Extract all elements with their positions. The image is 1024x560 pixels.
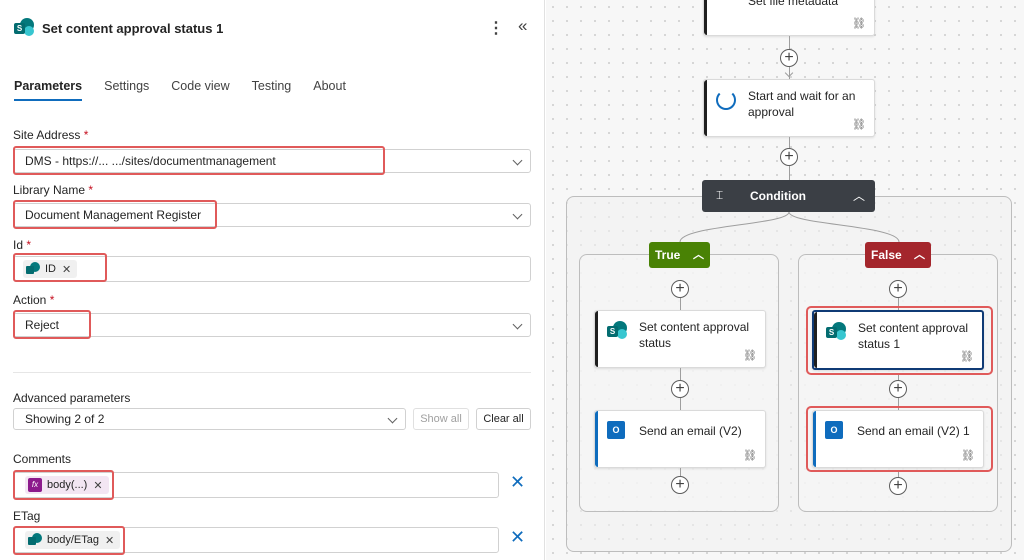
- false-label: False: [871, 248, 902, 262]
- section-divider: [13, 372, 531, 373]
- flow-canvas[interactable]: Set file metadata ⛓ + Start and wait for…: [546, 0, 1024, 560]
- panel-tabs: Parameters Settings Code view Testing Ab…: [14, 79, 368, 101]
- add-step-button[interactable]: +: [889, 380, 907, 398]
- tab-code-view[interactable]: Code view: [171, 79, 229, 101]
- clear-all-button[interactable]: Clear all: [476, 408, 531, 430]
- card-title-line1: Set content approval: [639, 320, 750, 334]
- highlight-box: [13, 310, 91, 339]
- sharepoint-icon: S: [607, 321, 627, 344]
- card-title: Send an email (V2): [639, 424, 742, 438]
- true-send-email-card[interactable]: O Send an email (V2) ⛓: [594, 410, 766, 468]
- tab-testing[interactable]: Testing: [252, 79, 292, 101]
- tab-about[interactable]: About: [313, 79, 346, 101]
- chevron-up-icon[interactable]: ︿: [914, 242, 925, 268]
- required-marker: *: [83, 128, 89, 142]
- link-icon: ⛓: [743, 450, 757, 462]
- advanced-showing-value: Showing 2 of 2: [25, 412, 105, 426]
- required-marker: *: [49, 293, 55, 307]
- id-label: Id *: [13, 238, 31, 252]
- site-address-label: Site Address *: [13, 128, 88, 142]
- highlight-box: [13, 526, 125, 555]
- card-title-line2: status: [639, 336, 672, 350]
- connector-line: [680, 368, 681, 380]
- connector-line: [680, 298, 681, 310]
- true-branch-header[interactable]: True ︿: [649, 242, 710, 268]
- show-all-button[interactable]: Show all: [413, 408, 469, 430]
- outlook-icon: O: [607, 421, 625, 439]
- id-label-text: Id: [13, 238, 24, 252]
- chevron-down-icon: [512, 155, 523, 166]
- action-label-text: Action: [13, 293, 47, 307]
- add-step-button[interactable]: +: [671, 280, 689, 298]
- library-name-label-text: Library Name: [13, 183, 86, 197]
- highlight-box: [806, 306, 993, 375]
- add-step-button[interactable]: +: [671, 476, 689, 494]
- action-details-panel: S Set content approval status 1 ⋮ « Para…: [0, 0, 545, 560]
- advanced-parameters-dropdown[interactable]: Showing 2 of 2: [13, 408, 406, 430]
- more-options-icon[interactable]: ⋮: [488, 18, 504, 38]
- chevron-down-icon: [387, 413, 398, 424]
- true-set-approval-card[interactable]: S Set content approval status ⛓: [594, 310, 766, 368]
- highlight-box: [13, 200, 217, 229]
- highlight-box: [13, 146, 385, 175]
- action-label: Action *: [13, 293, 54, 307]
- tab-settings[interactable]: Settings: [104, 79, 149, 101]
- advanced-parameters-label: Advanced parameters: [13, 391, 131, 405]
- collapse-panel-icon[interactable]: «: [518, 16, 527, 36]
- panel-header: S Set content approval status 1: [14, 18, 223, 38]
- chevron-down-icon: [512, 319, 523, 330]
- highlight-box: [13, 253, 107, 282]
- required-marker: *: [26, 238, 32, 252]
- true-label: True: [655, 248, 681, 262]
- card-accent-bar: [595, 311, 598, 367]
- remove-parameter-icon[interactable]: ✕: [510, 472, 525, 493]
- required-marker: *: [88, 183, 94, 197]
- remove-parameter-icon[interactable]: ✕: [510, 527, 525, 548]
- sharepoint-icon: S: [14, 18, 34, 38]
- connector-line: [680, 398, 681, 410]
- highlight-box: [806, 406, 993, 472]
- highlight-box: [13, 470, 114, 500]
- connector-line: [680, 468, 681, 476]
- site-address-label-text: Site Address: [13, 128, 81, 142]
- branch-connectors: [679, 211, 900, 243]
- comments-label: Comments: [13, 452, 72, 466]
- chevron-down-icon: [512, 209, 523, 220]
- add-step-button[interactable]: +: [889, 280, 907, 298]
- chevron-up-icon[interactable]: ︿: [693, 242, 704, 268]
- card-title: Set content approval status: [639, 319, 749, 351]
- panel-title: Set content approval status 1: [42, 20, 224, 36]
- tab-parameters[interactable]: Parameters: [14, 79, 83, 101]
- link-icon: ⛓: [743, 350, 757, 362]
- add-step-button[interactable]: +: [889, 477, 907, 495]
- add-step-button[interactable]: +: [671, 380, 689, 398]
- card-accent-bar: [595, 411, 598, 467]
- library-name-label: Library Name *: [13, 183, 93, 197]
- etag-label: ETag: [13, 509, 41, 523]
- false-branch-header[interactable]: False ︿: [865, 242, 931, 268]
